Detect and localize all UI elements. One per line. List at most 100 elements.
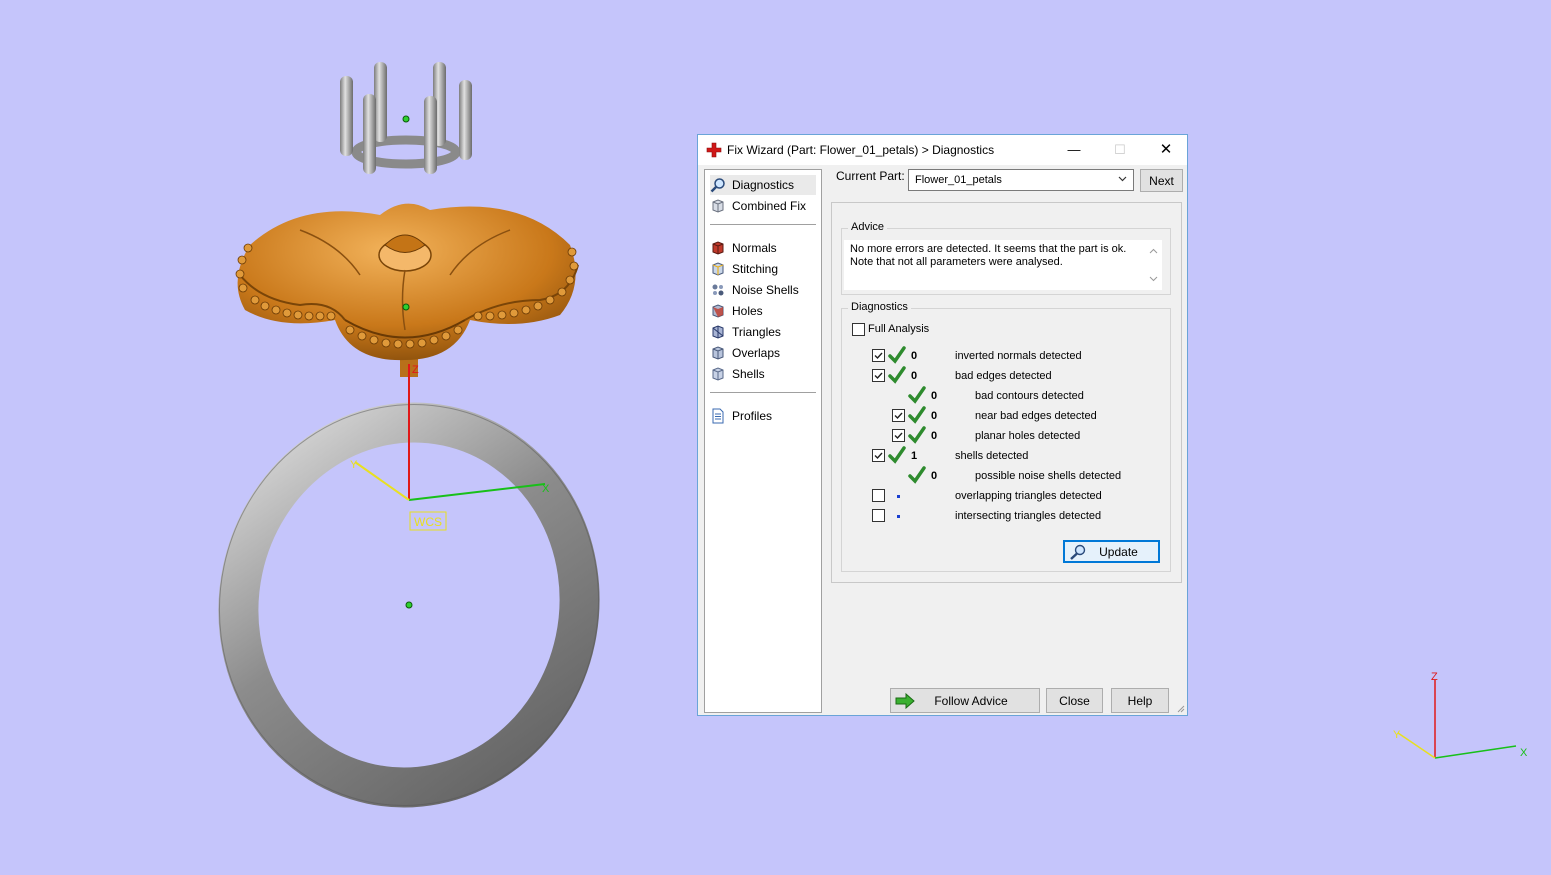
resize-grip-icon[interactable] <box>1175 703 1185 713</box>
checkmark-icon <box>874 452 883 460</box>
diagnostic-text: bad edges detected <box>955 370 1052 382</box>
overlaps-icon <box>712 346 724 360</box>
sidebar-item-diagnostics[interactable]: Diagnostics <box>710 175 816 195</box>
follow-advice-label: Follow Advice <box>934 693 1008 708</box>
checkmark-icon <box>874 372 883 380</box>
next-button[interactable]: Next <box>1140 169 1183 192</box>
diagnostic-checkbox[interactable] <box>872 349 885 362</box>
holes-icon <box>712 304 724 318</box>
sidebar-item-combined-fix[interactable]: Combined Fix <box>710 196 816 216</box>
sidebar-separator <box>710 224 816 225</box>
red-cross-icon <box>706 142 722 158</box>
sidebar-item-label: Stitching <box>732 262 779 276</box>
sidebar-item-label: Shells <box>732 367 765 381</box>
ok-check-icon <box>888 346 906 364</box>
wizard-sidebar: Diagnostics Combined Fix Normals Stitchi… <box>704 169 822 713</box>
help-button-label: Help <box>1127 693 1153 708</box>
mini-axis-x-label: X <box>1520 747 1528 759</box>
mini-axis-z-label: Z <box>1431 671 1438 683</box>
magnifier-icon <box>1070 544 1086 560</box>
diagnostic-checkbox[interactable] <box>872 449 885 462</box>
close-window-button[interactable]: ✕ <box>1143 135 1189 165</box>
sidebar-item-label: Triangles <box>732 325 781 339</box>
sidebar-item-label: Diagnostics <box>732 178 795 192</box>
combined-fix-icon <box>712 199 724 213</box>
mini-axis-y-label: Y <box>1393 729 1401 741</box>
ok-check-icon <box>888 366 906 384</box>
diagnostic-text: shells detected <box>955 450 1029 462</box>
sidebar-item-shells[interactable]: Shells <box>710 364 816 384</box>
checkmark-icon <box>894 432 903 440</box>
normals-icon <box>712 241 724 255</box>
fix-wizard-dialog[interactable]: Fix Wizard (Part: Flower_01_petals) > Di… <box>697 134 1188 716</box>
diagnostic-checkbox[interactable] <box>872 489 885 502</box>
diagnostic-count: 0 <box>911 370 918 382</box>
magnifier-icon <box>710 178 725 193</box>
sidebar-item-holes[interactable]: Holes <box>710 301 816 321</box>
help-button[interactable]: Help <box>1111 688 1169 713</box>
triangles-icon <box>712 325 724 339</box>
follow-advice-button[interactable]: Follow Advice <box>890 688 1040 713</box>
diagnostic-checkbox[interactable] <box>872 509 885 522</box>
next-button-label: Next <box>1149 173 1174 188</box>
sidebar-item-label: Holes <box>732 304 763 318</box>
current-part-label: Current Part: <box>836 169 905 183</box>
diagnostic-checkbox[interactable] <box>872 369 885 382</box>
diagnostic-checkbox[interactable] <box>892 429 905 442</box>
close-button[interactable]: Close <box>1046 688 1103 713</box>
diagnostic-count: 0 <box>931 430 938 442</box>
sidebar-item-triangles[interactable]: Triangles <box>710 322 816 342</box>
dialog-title: Fix Wizard (Part: Flower_01_petals) > Di… <box>727 143 995 157</box>
scroll-down-icon[interactable] <box>1149 276 1158 282</box>
sidebar-item-normals[interactable]: Normals <box>710 238 816 258</box>
advice-textbox[interactable]: No more errors are detected. It seems th… <box>844 240 1162 290</box>
sidebar-item-profiles[interactable]: Profiles <box>710 406 816 426</box>
scroll-up-icon[interactable] <box>1149 248 1158 254</box>
wcs-axis-x-label: X <box>542 483 550 495</box>
sidebar-item-overlaps[interactable]: Overlaps <box>710 343 816 363</box>
wcs-axis-y-label: Y <box>350 459 358 471</box>
ring-center-marker <box>405 601 413 609</box>
checkmark-icon <box>874 352 883 360</box>
diagnostic-count: 0 <box>931 390 938 402</box>
sidebar-item-label: Combined Fix <box>732 199 807 213</box>
diagnostic-text: near bad edges detected <box>975 410 1097 422</box>
sidebar-item-label: Profiles <box>732 409 773 423</box>
sidebar-item-noise-shells[interactable]: Noise Shells <box>710 280 816 300</box>
checkmark-icon <box>894 412 903 420</box>
diagnostics-title: Diagnostics <box>848 301 911 313</box>
ok-check-icon <box>908 406 926 424</box>
orientation-axes: Z X Y <box>1393 671 1528 759</box>
ok-check-icon <box>908 386 926 404</box>
advice-text: No more errors are detected. It seems th… <box>850 243 1140 269</box>
diagnostic-text: bad contours detected <box>975 390 1084 402</box>
diagnostic-count: 0 <box>931 470 938 482</box>
sidebar-item-label: Overlaps <box>732 346 781 360</box>
current-part-dropdown[interactable]: Flower_01_petals <box>908 169 1134 191</box>
dialog-titlebar[interactable]: Fix Wizard (Part: Flower_01_petals) > Di… <box>698 135 1187 165</box>
current-part-value: Flower_01_petals <box>915 174 1002 186</box>
diagnostic-text: overlapping triangles detected <box>955 490 1102 502</box>
chevron-down-icon <box>1118 176 1127 182</box>
ok-check-icon <box>888 446 906 464</box>
stitching-icon <box>712 262 724 276</box>
advice-title: Advice <box>848 221 888 233</box>
prong-setting-model[interactable] <box>340 62 472 174</box>
sidebar-item-label: Noise Shells <box>732 283 799 297</box>
full-analysis-checkbox[interactable] <box>852 323 865 336</box>
diagnostic-checkbox[interactable] <box>892 409 905 422</box>
green-arrow-icon <box>895 693 915 709</box>
diagnostic-text: intersecting triangles detected <box>955 510 1102 522</box>
update-button-label: Update <box>1099 544 1138 559</box>
diagnostic-count: 0 <box>931 410 938 422</box>
not-analyzed-dot-icon <box>897 495 900 498</box>
flower-petals-model[interactable] <box>235 203 579 377</box>
close-button-label: Close <box>1059 693 1090 708</box>
maximize-button[interactable]: ☐ <box>1097 135 1143 165</box>
advice-text-line2: Note that not all parameters were analys… <box>850 256 1063 268</box>
minimize-button[interactable]: — <box>1051 135 1097 165</box>
wcs-label: WCS <box>414 515 442 529</box>
advice-text-line1: No more errors are detected. It seems th… <box>850 243 1127 255</box>
update-button[interactable]: Update <box>1063 540 1160 563</box>
sidebar-item-stitching[interactable]: Stitching <box>710 259 816 279</box>
